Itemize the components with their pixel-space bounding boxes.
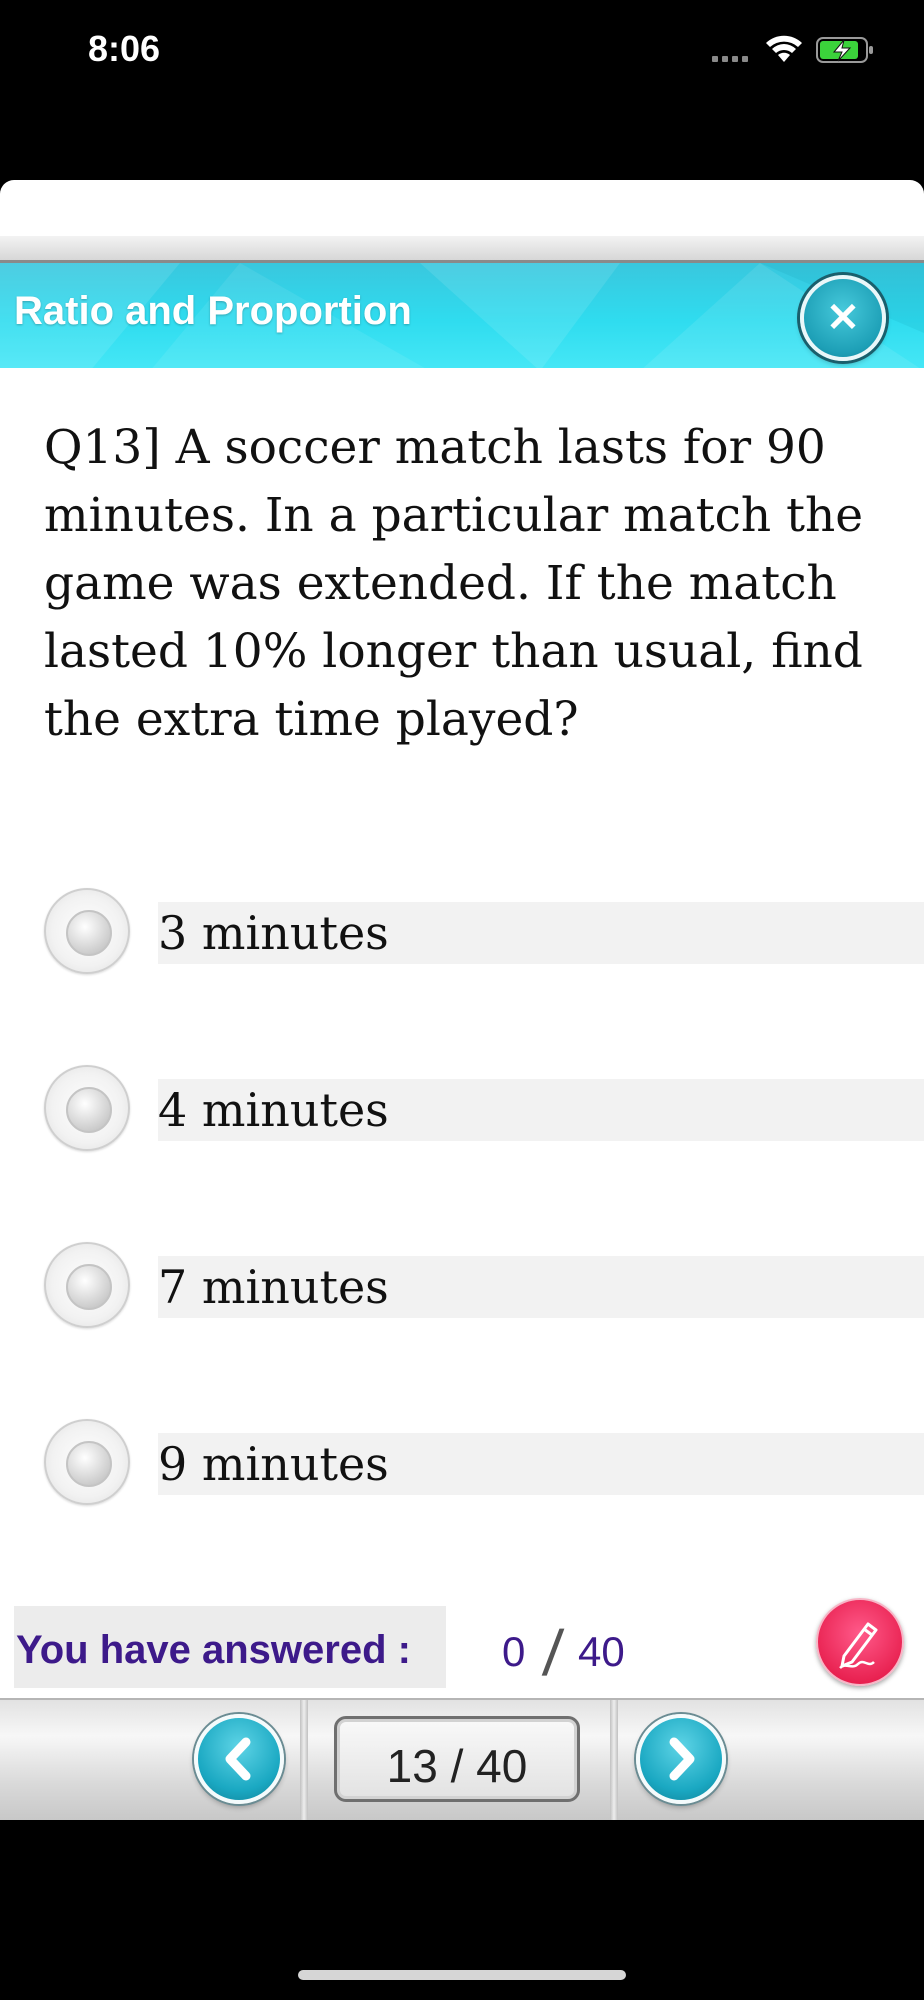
- option-item[interactable]: 4 minutes: [0, 1065, 924, 1155]
- option-item[interactable]: 3 minutes: [0, 888, 924, 978]
- wifi-icon: [766, 35, 802, 62]
- nav-divider: [610, 1700, 618, 1820]
- option-label[interactable]: 9 minutes: [158, 1433, 389, 1495]
- status-time: 8:06: [88, 28, 161, 69]
- option-label[interactable]: 3 minutes: [158, 902, 389, 964]
- question-text: Q13] A soccer match lasts for 90 minutes…: [44, 420, 864, 747]
- page-title: Ratio and Proportion: [14, 289, 412, 333]
- status-bar: 8:06: [0, 0, 924, 100]
- nav-divider: [300, 1700, 308, 1820]
- radio-button[interactable]: [44, 888, 130, 974]
- pen-icon: [839, 1622, 878, 1669]
- page-indicator-text: 13 / 40: [386, 1740, 528, 1792]
- radio-button[interactable]: [44, 1419, 130, 1505]
- close-button[interactable]: ✕: [800, 275, 886, 361]
- signal-dots-icon: [712, 52, 756, 62]
- chevron-left-icon: [225, 1737, 251, 1781]
- card-top-band: [0, 236, 924, 260]
- quiz-card: Ratio and Proportion ✕ Q13] A soccer mat…: [0, 180, 924, 1820]
- next-button[interactable]: [636, 1714, 726, 1804]
- close-icon: ✕: [826, 296, 860, 340]
- page-indicator: 13 / 40: [334, 1716, 580, 1802]
- home-indicator[interactable]: [298, 1970, 626, 1980]
- title-bar: Ratio and Proportion ✕: [0, 260, 924, 368]
- radio-button[interactable]: [44, 1065, 130, 1151]
- notes-button[interactable]: [816, 1598, 904, 1686]
- answered-separator: /: [540, 1617, 566, 1689]
- answered-count: 0: [502, 1628, 526, 1675]
- navigation-bar: 13 / 40: [0, 1698, 924, 1820]
- answered-label: You have answered :: [16, 1628, 411, 1672]
- option-item[interactable]: 7 minutes: [0, 1242, 924, 1332]
- battery-charging-icon: [816, 37, 873, 63]
- option-label[interactable]: 4 minutes: [158, 1079, 389, 1141]
- option-label[interactable]: 7 minutes: [158, 1256, 389, 1318]
- previous-button[interactable]: [194, 1714, 284, 1804]
- option-item[interactable]: 9 minutes: [0, 1419, 924, 1509]
- radio-button[interactable]: [44, 1242, 130, 1328]
- answered-total: 40: [578, 1628, 625, 1675]
- chevron-right-icon: [669, 1737, 695, 1781]
